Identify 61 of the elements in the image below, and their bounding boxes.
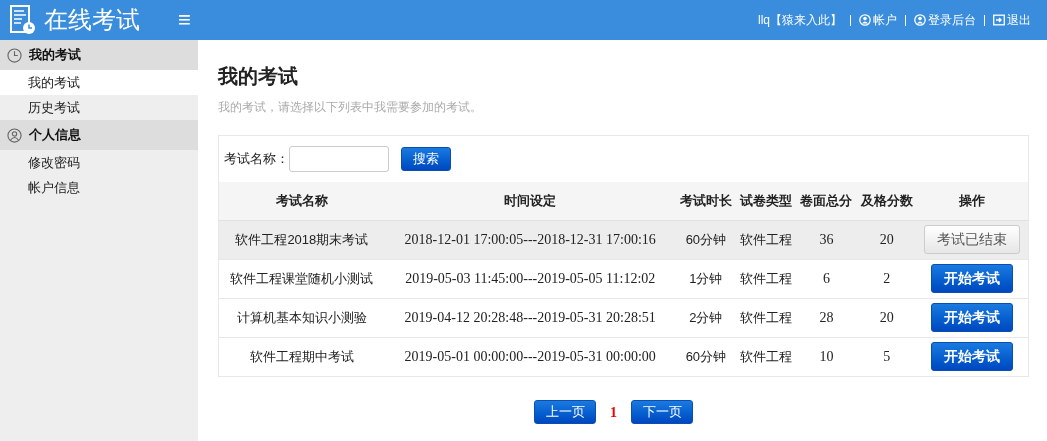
user-name: llq【猿来入此】 xyxy=(758,12,842,29)
page-title: 我的考试 xyxy=(218,64,299,89)
search-button[interactable]: 搜索 xyxy=(401,147,451,171)
header-link[interactable]: 登录后台 xyxy=(914,11,976,29)
current-page: 1 xyxy=(610,403,617,422)
app-title: 在线考试 xyxy=(44,8,140,32)
logout-icon xyxy=(993,14,1005,26)
table-cell: 28 xyxy=(796,298,857,337)
column-header: 卷面总分 xyxy=(796,182,857,220)
start-exam-button[interactable]: 开始考试 xyxy=(931,264,1014,293)
table-cell: 20 xyxy=(856,298,917,337)
table-cell: 软件工程 xyxy=(736,220,797,259)
exam-ended-button[interactable]: 考试已结束 xyxy=(924,225,1021,254)
sidebar-group-header[interactable]: 个人信息 xyxy=(0,120,198,150)
sidebar-group-header[interactable]: 我的考试 xyxy=(0,40,198,70)
logo-icon xyxy=(10,5,36,35)
table-cell: 60分钟 xyxy=(675,220,736,259)
table-cell: 计算机基本知识小测验 xyxy=(219,298,385,337)
sidebar-item[interactable]: 帐户信息 xyxy=(0,175,198,200)
table-cell: 20 xyxy=(856,220,917,259)
user-icon xyxy=(859,14,871,26)
column-header: 考试名称 xyxy=(219,182,385,220)
table-cell: 10 xyxy=(796,337,857,376)
sidebar-item[interactable]: 我的考试 xyxy=(0,70,198,95)
sidebar-item[interactable]: 修改密码 xyxy=(0,150,198,175)
table-cell: 软件工程 xyxy=(736,298,797,337)
column-header: 试卷类型 xyxy=(736,182,797,220)
column-header: 及格分数 xyxy=(856,182,917,220)
table-cell: 2019-05-03 11:45:00---2019-05-05 11:12:02 xyxy=(384,259,676,298)
exam-name-field[interactable] xyxy=(289,146,389,172)
header-link[interactable]: 退出 xyxy=(993,11,1031,29)
table-cell: 5 xyxy=(856,337,917,376)
clock-icon xyxy=(7,47,22,63)
header-link[interactable]: 帐户 xyxy=(859,11,897,29)
table-cell: 软件工程期中考试 xyxy=(219,337,385,376)
menu-toggle[interactable]: ≡ xyxy=(178,9,191,31)
table-cell: 2 xyxy=(856,259,917,298)
sidebar-item[interactable]: 历史考试 xyxy=(0,95,198,120)
search-label: 考试名称： xyxy=(224,150,289,169)
start-exam-button[interactable]: 开始考试 xyxy=(931,303,1014,332)
start-exam-button[interactable]: 开始考试 xyxy=(931,342,1014,372)
table-cell: 软件工程 xyxy=(736,337,797,376)
next-page-button[interactable]: 下一页 xyxy=(631,400,693,424)
user-icon xyxy=(7,127,22,143)
prev-page-button[interactable]: 上一页 xyxy=(534,400,596,424)
table-cell: 2019-05-01 00:00:00---2019-05-31 00:00:00 xyxy=(384,337,676,376)
table-cell: 36 xyxy=(796,220,857,259)
table-cell: 1分钟 xyxy=(675,259,736,298)
table-cell: 6 xyxy=(796,259,857,298)
table-cell: 60分钟 xyxy=(675,337,736,376)
table-cell: 软件工程课堂随机小测试 xyxy=(219,259,385,298)
table-cell: 2分钟 xyxy=(675,298,736,337)
table-cell: 软件工程2018期末考试 xyxy=(219,220,385,259)
table-cell: 2019-04-12 20:28:48---2019-05-31 20:28:51 xyxy=(384,298,676,337)
table-cell: 软件工程 xyxy=(736,259,797,298)
column-header: 操作 xyxy=(916,182,1028,220)
table-cell: 2018-12-01 17:00:05---2018-12-31 17:00:16 xyxy=(384,220,676,259)
user-icon xyxy=(914,14,926,26)
column-header: 考试时长 xyxy=(675,182,736,220)
column-header: 时间设定 xyxy=(384,182,676,220)
page-subtitle: 我的考试，请选择以下列表中我需要参加的考试。 xyxy=(218,99,483,116)
